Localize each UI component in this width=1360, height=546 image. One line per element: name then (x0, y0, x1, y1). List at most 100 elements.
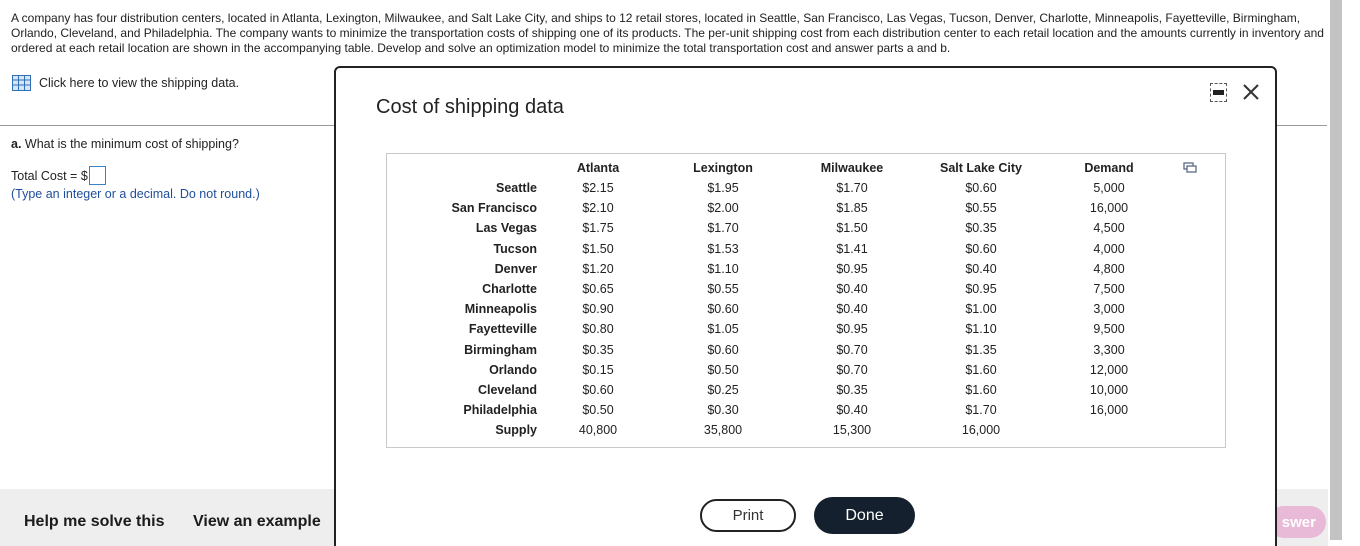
table-cell: $1.60 (965, 362, 997, 377)
row-label: Cleveland (477, 382, 537, 397)
table-cell: $1.50 (582, 241, 614, 256)
table-cell: $0.60 (965, 181, 997, 196)
table-cell: 40,800 (578, 423, 618, 438)
table-cell: $0.25 (707, 382, 739, 397)
table-cell: $0.40 (965, 261, 997, 276)
table-cell: $0.40 (836, 282, 868, 297)
table-cell: 5,000 (1093, 181, 1125, 196)
table-cell: $0.40 (836, 302, 868, 317)
table-cell: 4,000 (1093, 241, 1125, 256)
divider (1276, 125, 1327, 126)
column-header-atlanta: Atlanta (576, 161, 620, 175)
table-row: Tucson $1.50 $1.53 $1.41 $0.60 4,000 (417, 239, 1173, 259)
row-label: Supply (495, 423, 537, 438)
row-label: Philadelphia (463, 403, 537, 418)
table-cell: $0.55 (965, 201, 997, 216)
scrollbar-thumb[interactable] (1330, 0, 1342, 540)
table-cell: $0.30 (707, 403, 739, 418)
done-button[interactable]: Done (814, 497, 915, 534)
table-cell: $0.60 (582, 382, 614, 397)
row-label: Birmingham (464, 342, 537, 357)
table-cell: $0.60 (965, 241, 997, 256)
answer-hint: (Type an integer or a decimal. Do not ro… (11, 187, 260, 201)
table-row: Philadelphia $0.50 $0.30 $0.40 $1.70 16,000 (417, 400, 1173, 420)
table-row: Cleveland $0.60 $0.25 $0.35 $1.60 10,000 (417, 380, 1173, 400)
table-row: Denver $1.20 $1.10 $0.95 $0.40 4,800 (417, 259, 1173, 279)
table-cell: $1.85 (836, 201, 868, 216)
column-header (417, 158, 537, 178)
question-a: a. What is the minimum cost of shipping? (11, 137, 239, 151)
table-cell: $0.80 (582, 322, 614, 337)
total-cost-input[interactable] (88, 166, 106, 185)
table-row: Seattle $2.15 $1.95 $1.70 $0.60 5,000 (417, 178, 1173, 198)
row-label: Fayetteville (468, 322, 537, 337)
table-cell: $0.55 (707, 282, 739, 297)
table-cell: 12,000 (1089, 362, 1129, 377)
table-cell: $1.70 (707, 221, 739, 236)
table-cell: $0.95 (836, 322, 868, 337)
table-cell: 7,500 (1093, 282, 1125, 297)
table-cell: $1.95 (707, 181, 739, 196)
table-cell: $0.90 (582, 302, 614, 317)
table-cell: $1.75 (582, 221, 614, 236)
table-cell: $1.35 (965, 342, 997, 357)
shipping-data-link-label: Click here to view the shipping data. (39, 76, 240, 90)
table-cell (1045, 420, 1173, 440)
table-cell: 10,000 (1089, 382, 1129, 397)
table-row: Fayetteville $0.80 $1.05 $0.95 $1.10 9,500 (417, 319, 1173, 339)
table-cell: $1.53 (707, 241, 739, 256)
shipping-data-link[interactable]: Click here to view the shipping data. (12, 75, 239, 91)
minimize-button[interactable] (1210, 83, 1227, 102)
table-cell: 16,000 (1089, 201, 1129, 216)
table-cell: $0.65 (582, 282, 614, 297)
table-cell: $0.35 (965, 221, 997, 236)
row-label: Orlando (489, 362, 537, 377)
row-label: Tucson (493, 241, 537, 256)
table-cell: $0.60 (707, 342, 739, 357)
table-cell: 16,000 (961, 423, 1001, 438)
print-button[interactable]: Print (700, 499, 796, 532)
column-header-demand: Demand (1084, 161, 1134, 175)
table-cell: $0.15 (582, 362, 614, 377)
table-cell: $0.95 (836, 261, 868, 276)
table-cell: $0.35 (836, 382, 868, 397)
table-row: Las Vegas $1.75 $1.70 $1.50 $0.35 4,500 (417, 218, 1173, 238)
table-cell: $0.95 (965, 282, 997, 297)
table-grid-icon (12, 75, 31, 91)
table-cell: 4,800 (1093, 261, 1125, 276)
shipping-table-frame: Atlanta Lexington Milwaukee Salt Lake Ci… (386, 153, 1226, 448)
total-cost-label: Total Cost = $ (11, 168, 88, 183)
table-cell: 15,300 (832, 423, 872, 438)
table-cell: $1.05 (707, 322, 739, 337)
close-icon[interactable] (1242, 82, 1260, 102)
row-label: Las Vegas (475, 221, 537, 236)
copy-table-icon[interactable] (1183, 162, 1197, 174)
table-row: Supply 40,800 35,800 15,300 16,000 (417, 420, 1173, 440)
table-cell: $2.10 (582, 201, 614, 216)
table-row: Charlotte $0.65 $0.55 $0.40 $0.95 7,500 (417, 279, 1173, 299)
view-example-button[interactable]: View an example (193, 513, 321, 531)
row-label: Denver (494, 261, 537, 276)
table-cell: $0.50 (707, 362, 739, 377)
table-cell: 4,500 (1093, 221, 1125, 236)
divider (0, 125, 334, 126)
table-body: Seattle $2.15 $1.95 $1.70 $0.60 5,000 San Fran… (417, 178, 1173, 440)
question-part-label: a. (11, 137, 22, 151)
table-cell: $1.20 (582, 261, 614, 276)
row-label: San Francisco (451, 201, 537, 216)
column-header-salt-lake-city: Salt Lake City (940, 161, 1022, 175)
table-cell: $0.50 (582, 403, 614, 418)
row-label: Minneapolis (464, 302, 537, 317)
table-cell: $0.40 (836, 403, 868, 418)
answer-row: Total Cost = $ (11, 166, 106, 185)
table-cell: $2.15 (582, 181, 614, 196)
table-cell: $0.35 (582, 342, 614, 357)
table-cell: $1.60 (965, 382, 997, 397)
table-cell: $1.70 (965, 403, 997, 418)
help-me-solve-button[interactable]: Help me solve this (24, 513, 165, 531)
table-cell: $0.70 (836, 342, 868, 357)
column-header-milwaukee: Milwaukee (820, 161, 884, 175)
table-row: San Francisco $2.10 $2.00 $1.85 $0.55 16,000 (417, 198, 1173, 218)
question-text: What is the minimum cost of shipping? (24, 137, 239, 151)
table-cell: $1.50 (836, 221, 868, 236)
